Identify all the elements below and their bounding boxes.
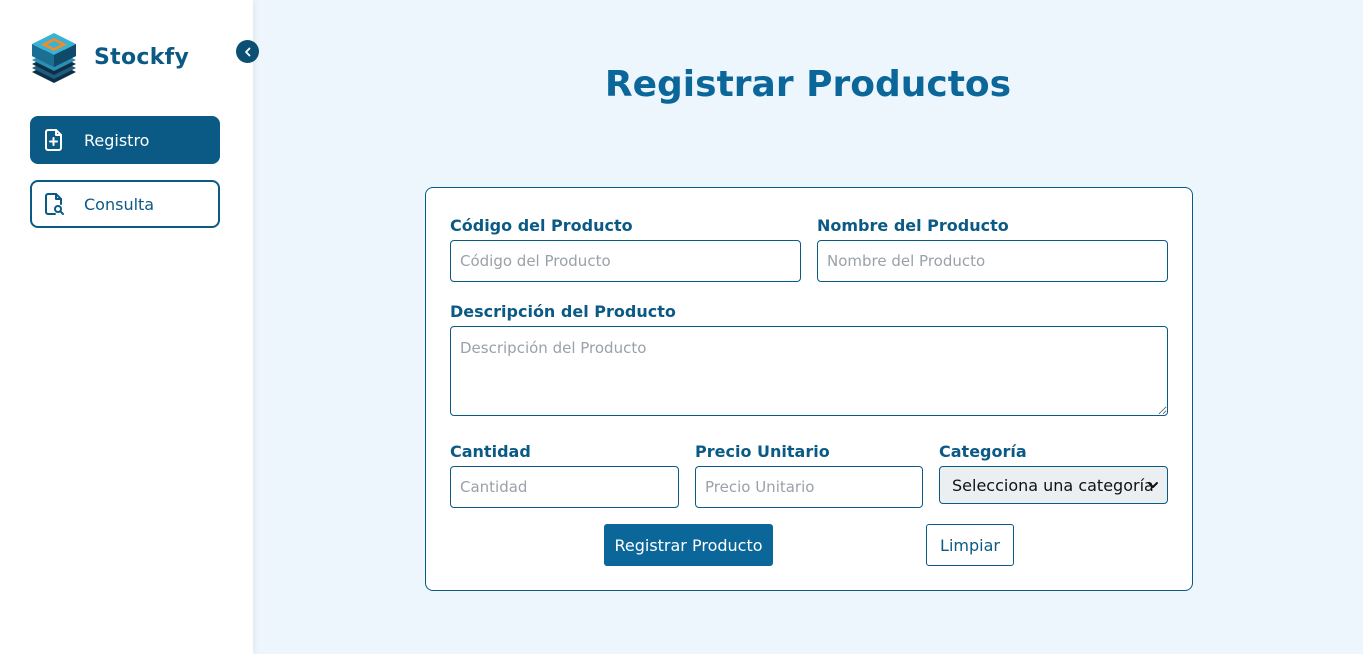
file-search-icon (42, 192, 66, 216)
page-title: Registrar Productos (604, 64, 1012, 105)
categoria-selected-value: Selecciona una categoría (952, 475, 1154, 495)
limpiar-button[interactable]: Limpiar (926, 524, 1014, 566)
sidebar-item-registro[interactable]: Registro (30, 116, 220, 164)
categoria-label: Categoría (939, 442, 1027, 461)
nombre-input[interactable] (817, 240, 1168, 282)
brand-name: Stockfy (94, 44, 190, 70)
nombre-label: Nombre del Producto (817, 216, 1009, 235)
sidebar-item-label: Registro (84, 130, 150, 150)
brand[interactable]: Stockfy (30, 31, 189, 83)
precio-input[interactable] (695, 466, 923, 508)
sidebar-item-consulta[interactable]: Consulta (30, 180, 220, 228)
descripcion-label: Descripción del Producto (450, 302, 676, 321)
collapse-sidebar-button[interactable] (236, 40, 259, 63)
cantidad-input[interactable] (450, 466, 679, 508)
chevron-left-icon (244, 47, 250, 56)
registrar-producto-button[interactable]: Registrar Producto (604, 524, 773, 566)
product-registration-form: Código del Producto Nombre del Producto … (425, 187, 1193, 591)
stockfy-logo-icon (32, 33, 76, 83)
file-plus-icon (42, 128, 66, 152)
precio-label: Precio Unitario (695, 442, 830, 461)
codigo-input[interactable] (450, 240, 801, 282)
sidebar-item-label: Consulta (84, 194, 155, 214)
codigo-label: Código del Producto (450, 216, 633, 235)
chevron-down-icon (1148, 482, 1158, 488)
sidebar: Stockfy Registro Consulta (0, 0, 253, 654)
descripcion-textarea[interactable] (450, 326, 1168, 416)
categoria-select[interactable]: Selecciona una categoría (939, 466, 1168, 504)
cantidad-label: Cantidad (450, 442, 531, 461)
